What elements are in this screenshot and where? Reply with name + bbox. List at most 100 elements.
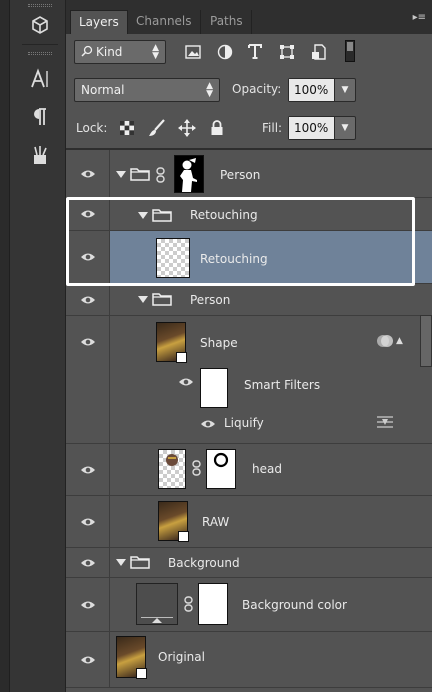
fill-field[interactable]: 100% ▼: [288, 116, 356, 140]
layer-mask-thumbnail[interactable]: [198, 583, 228, 625]
filter-kind-label: Kind: [96, 45, 123, 59]
layers-panel: Layers Channels Paths ▸≡ Kind ▲ ▼ Normal …: [66, 0, 432, 692]
filter-kind-dropdown[interactable]: Kind ▲ ▼: [74, 40, 166, 64]
smart-object-thumbnail[interactable]: [156, 322, 187, 363]
lock-all-icon[interactable]: [206, 117, 228, 139]
smart-filter-mask-thumbnail[interactable]: [200, 368, 228, 408]
visibility-eye-icon[interactable]: [66, 316, 110, 368]
layer-name: Person: [220, 168, 261, 182]
filter-smart-objects-icon[interactable]: [308, 41, 330, 63]
layer-row[interactable]: Background color: [66, 578, 432, 632]
expand-triangle-icon[interactable]: [138, 296, 148, 303]
layer-row[interactable]: head: [66, 444, 432, 496]
blend-mode-value: Normal: [81, 83, 125, 97]
visibility-eye-icon[interactable]: [200, 418, 216, 432]
fill-value[interactable]: 100%: [289, 117, 335, 139]
folder-icon: [130, 166, 150, 184]
smart-object-badge-icon: [178, 531, 189, 542]
layer-row[interactable]: Person: [66, 150, 432, 198]
layer-mask-thumbnail[interactable]: [206, 449, 236, 489]
smart-object-thumbnail[interactable]: [116, 636, 147, 679]
link-chain-icon[interactable]: [156, 167, 165, 186]
toolbar-divider: [22, 44, 58, 45]
visibility-eye-icon[interactable]: [66, 578, 110, 631]
collapse-arrow-icon[interactable]: ▲: [396, 336, 403, 346]
lock-position-move-icon[interactable]: [176, 117, 198, 139]
grip-handle[interactable]: [28, 52, 52, 55]
layer-row[interactable]: RAW: [66, 496, 432, 548]
folder-icon: [152, 291, 172, 309]
updown-arrow-icon: ▲ ▼: [206, 81, 213, 99]
fill-slider-button[interactable]: ▼: [335, 117, 355, 139]
dock-edge: [0, 0, 10, 692]
smart-object-thumbnail[interactable]: [158, 501, 189, 542]
tool-presets-icon[interactable]: [26, 142, 54, 168]
expand-triangle-icon[interactable]: [116, 559, 126, 566]
visibility-eye-icon[interactable]: [66, 444, 110, 495]
updown-arrow-icon: ▲ ▼: [152, 43, 159, 61]
fill-label: Fill:: [262, 121, 283, 135]
filter-toggle-switch[interactable]: [342, 40, 358, 62]
layer-name: head: [252, 462, 282, 476]
panel-tabs: Layers Channels Paths ▸≡: [66, 0, 432, 34]
layer-mask-thumbnail[interactable]: [174, 155, 204, 193]
3d-cube-icon[interactable]: [26, 12, 54, 38]
filter-type-layers-icon[interactable]: [244, 40, 266, 62]
visibility-eye-icon[interactable]: [178, 376, 194, 390]
layer-name: Retouching: [190, 208, 258, 222]
lock-image-pixels-brush-icon[interactable]: [146, 117, 168, 139]
visibility-eye-icon[interactable]: [66, 496, 110, 547]
opacity-label: Opacity:: [232, 82, 282, 96]
layer-thumbnail[interactable]: [156, 238, 190, 278]
visibility-eye-icon[interactable]: [66, 284, 110, 315]
layers-list: Person Retouching Retouching Person Shap…: [66, 150, 432, 692]
tab-layers[interactable]: Layers: [70, 10, 128, 34]
smart-object-badge-icon: [176, 352, 187, 363]
visibility-eye-icon[interactable]: [66, 548, 110, 577]
tab-channels[interactable]: Channels: [128, 10, 201, 34]
opacity-slider-button[interactable]: ▼: [335, 79, 355, 101]
layer-row-selected[interactable]: Retouching: [66, 231, 432, 284]
lock-label: Lock:: [76, 121, 108, 135]
expand-triangle-icon[interactable]: [138, 212, 148, 219]
filter-adjustment-layers-icon[interactable]: [214, 41, 236, 63]
layer-name: Retouching: [200, 252, 268, 266]
folder-icon: [130, 554, 150, 572]
tab-paths[interactable]: Paths: [202, 10, 252, 34]
layer-name: Background color: [242, 598, 347, 612]
layer-name: Background: [168, 556, 240, 570]
visibility-eye-icon[interactable]: [66, 632, 110, 687]
layer-row[interactable]: Retouching: [66, 198, 432, 231]
search-icon: [81, 45, 93, 60]
tools-strip: [0, 0, 66, 692]
lock-transparent-pixels-icon[interactable]: [116, 117, 138, 139]
layer-row[interactable]: Background: [66, 548, 432, 578]
layer-row[interactable]: Original: [66, 632, 432, 688]
link-chain-icon[interactable]: [192, 460, 201, 479]
layers-scrollbar-thumb[interactable]: [420, 315, 432, 367]
filter-shape-layers-icon[interactable]: [276, 41, 298, 63]
character-panel-icon[interactable]: [26, 66, 54, 92]
expand-triangle-icon[interactable]: [116, 171, 126, 178]
fill-layer-thumbnail[interactable]: [136, 583, 178, 625]
filter-name: Liquify: [224, 416, 264, 430]
panel-menu-icon[interactable]: ▸≡: [413, 12, 426, 23]
grip-handle[interactable]: [28, 4, 52, 7]
layer-row-smart-object[interactable]: Shape ▲ Smart Filters Liquify: [66, 316, 432, 444]
layer-thumbnail[interactable]: [158, 449, 186, 489]
layer-name: Person: [190, 293, 231, 307]
visibility-eye-icon[interactable]: [66, 198, 110, 230]
filter-pixel-layers-icon[interactable]: [182, 41, 204, 63]
visibility-eye-icon[interactable]: [66, 150, 110, 197]
opacity-value[interactable]: 100%: [289, 79, 335, 101]
paragraph-panel-icon[interactable]: [26, 104, 54, 130]
visibility-eye-icon[interactable]: [66, 231, 110, 283]
blend-mode-dropdown[interactable]: Normal ▲ ▼: [74, 78, 220, 102]
opacity-field[interactable]: 100% ▼: [288, 78, 356, 102]
smart-filters-label: Smart Filters: [244, 378, 321, 392]
filter-blending-options-icon[interactable]: [376, 415, 394, 432]
smart-filters-indicator-icon[interactable]: [376, 334, 394, 351]
layer-row[interactable]: Person: [66, 284, 432, 316]
link-chain-icon[interactable]: [184, 596, 193, 615]
layer-name: Original: [158, 650, 205, 664]
